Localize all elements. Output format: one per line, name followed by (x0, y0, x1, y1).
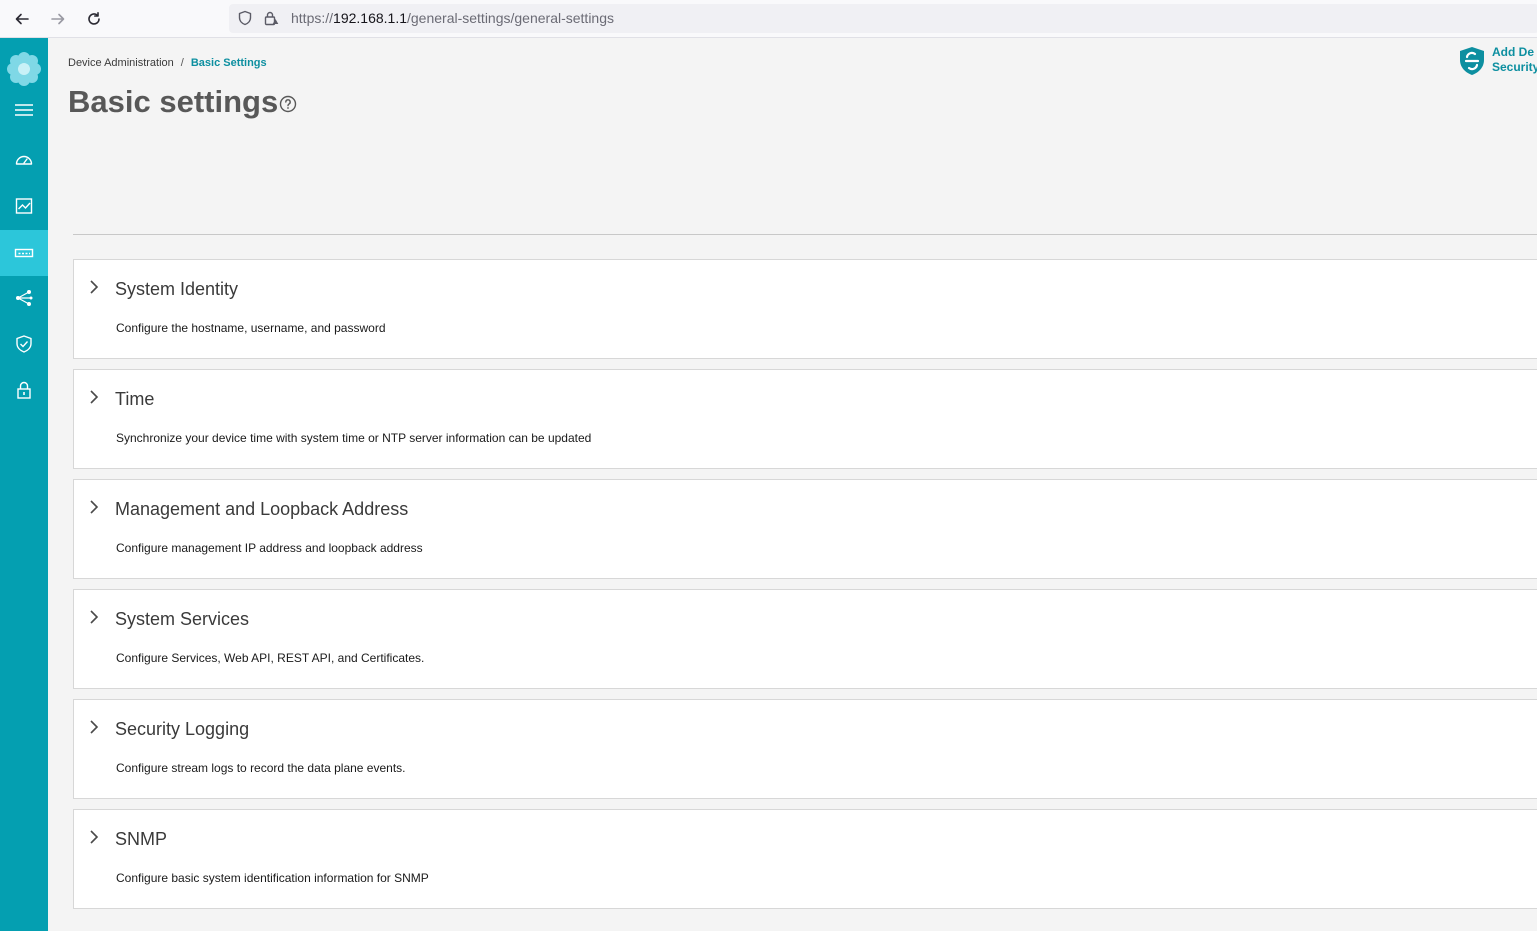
sidebar-item-device[interactable] (0, 230, 48, 276)
sidebar-item-security[interactable] (0, 321, 48, 367)
arrow-right-icon (51, 13, 65, 25)
gauge-icon (15, 155, 33, 165)
panel-description: Configure the hostname, username, and pa… (116, 321, 386, 335)
security-shield-icon (1460, 47, 1484, 75)
forward-button[interactable] (45, 6, 71, 32)
panel-description: Configure stream logs to record the data… (116, 761, 406, 775)
share-icon (16, 290, 33, 306)
chart-icon (15, 198, 33, 214)
hamburger-icon (15, 104, 33, 116)
panel-description: Configure Services, Web API, REST API, a… (116, 651, 425, 665)
breadcrumb: Device Administration / Basic Settings (68, 57, 267, 69)
url-scheme: https:// (291, 10, 334, 26)
panel-management-loopback[interactable]: Management and Loopback Address Configur… (73, 479, 1537, 579)
add-device-label-line1: Add De (1492, 45, 1534, 59)
panel-title[interactable]: Time (115, 389, 154, 410)
chevron-right-icon[interactable] (87, 387, 101, 407)
sidebar-item-menu[interactable] (0, 87, 48, 133)
shield-check-icon (16, 335, 32, 353)
url-text[interactable]: https://192.168.1.1/general-settings/gen… (291, 10, 614, 26)
help-icon[interactable] (279, 95, 297, 113)
panel-system-services[interactable]: System Services Configure Services, Web … (73, 589, 1537, 689)
sidebar-item-monitoring[interactable] (0, 183, 48, 229)
panel-description: Configure basic system identification in… (116, 871, 429, 885)
arrow-left-icon (15, 13, 29, 25)
logo-flower-icon[interactable] (5, 50, 43, 88)
url-host: 192.168.1.1 (333, 10, 407, 26)
url-bar[interactable]: https://192.168.1.1/general-settings/gen… (229, 4, 1537, 33)
panel-title[interactable]: System Services (115, 609, 249, 630)
page-title: Basic settings (68, 84, 279, 119)
panel-description: Synchronize your device time with system… (116, 431, 592, 445)
lock-icon (17, 381, 31, 399)
divider (73, 234, 1537, 235)
chevron-right-icon[interactable] (87, 827, 101, 847)
chevron-right-icon[interactable] (87, 607, 101, 627)
panel-snmp[interactable]: SNMP Configure basic system identificati… (73, 809, 1537, 909)
back-button[interactable] (9, 6, 35, 32)
panel-title[interactable]: System Identity (115, 279, 238, 300)
shield-icon[interactable] (237, 10, 253, 26)
lock-warning-icon[interactable] (263, 10, 279, 26)
sidebar-item-dashboard[interactable] (0, 137, 48, 183)
panel-title[interactable]: SNMP (115, 829, 167, 850)
sidebar-item-network[interactable] (0, 275, 48, 321)
panel-security-logging[interactable]: Security Logging Configure stream logs t… (73, 699, 1537, 799)
url-path: /general-settings/general-settings (407, 10, 615, 26)
panel-system-identity[interactable]: System Identity Configure the hostname, … (73, 259, 1537, 359)
panel-title[interactable]: Management and Loopback Address (115, 499, 408, 520)
panel-time[interactable]: Time Synchronize your device time with s… (73, 369, 1537, 469)
add-device-label: Add De Security (1492, 45, 1537, 75)
chevron-right-icon[interactable] (87, 717, 101, 737)
add-device-label-line2: Security (1492, 60, 1537, 74)
panel-description: Configure management IP address and loop… (116, 541, 423, 555)
breadcrumb-separator: / (180, 57, 184, 69)
sidebar-item-lock[interactable] (0, 367, 48, 413)
panel-title[interactable]: Security Logging (115, 719, 249, 740)
reload-icon (88, 12, 100, 25)
chevron-right-icon[interactable] (87, 497, 101, 517)
breadcrumb-current: Basic Settings (190, 57, 267, 69)
chevron-right-icon[interactable] (87, 277, 101, 297)
main-content: Device Administration / Basic Settings Bas… (48, 38, 1537, 931)
browser-toolbar: https://192.168.1.1/general-settings/gen… (0, 0, 1537, 38)
sidebar (0, 38, 48, 931)
add-device-button[interactable]: Add De Security (1458, 45, 1537, 79)
reload-button[interactable] (81, 6, 107, 32)
breadcrumb-parent[interactable]: Device Administration (68, 57, 174, 69)
device-icon (14, 248, 34, 258)
